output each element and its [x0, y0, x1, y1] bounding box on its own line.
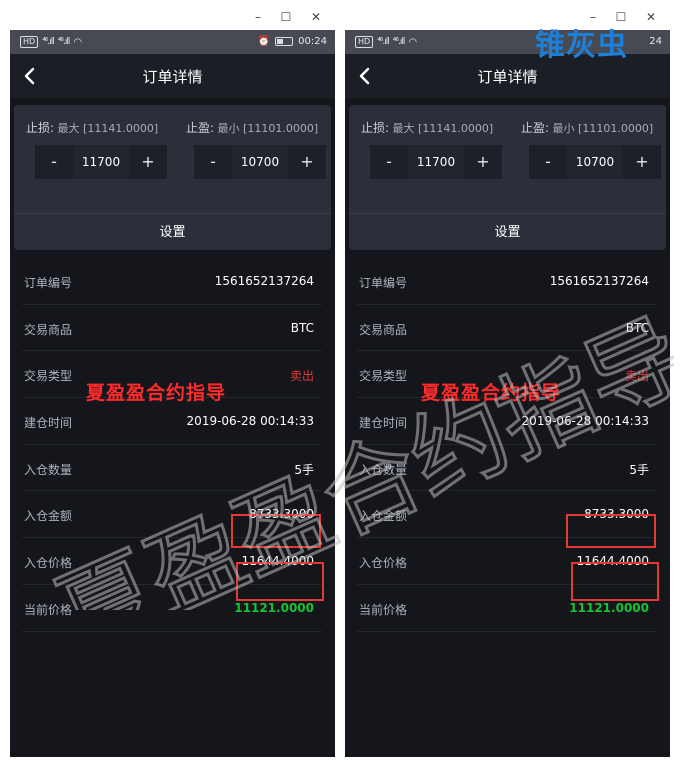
signal-icon: ⁴⁶.ıll: [57, 37, 71, 47]
signal-icon: ⁴⁶.ıll: [392, 37, 406, 47]
highlight-box-entry-price: [231, 514, 321, 548]
right-screenshot-panel: – ☐ ✕ HD ⁴⁶.ıll ⁴⁶.ıll ◠ 24 订单详情 止损: 最大 …: [345, 0, 670, 766]
close-button[interactable]: ✕: [305, 6, 327, 28]
status-time: 24: [649, 36, 662, 47]
phone-screen: HD ⁴⁶.ıll ⁴⁶.ıll ◠ 24 订单详情 止损: 最大 [11141…: [345, 30, 670, 757]
take-profit-input[interactable]: 10700: [567, 145, 623, 179]
nav-bar: 订单详情: [10, 54, 335, 98]
detail-row-open-time: 建仓时间 2019-06-28 00:14:33: [357, 398, 657, 445]
detail-row-quantity: 入仓数量 5手: [357, 445, 657, 492]
increment-button[interactable]: +: [288, 145, 326, 179]
stop-loss-label: 止损: 最大 [11141.0000]: [361, 121, 494, 135]
status-bar: HD ⁴⁶.ıll ⁴⁶.ıll ◠ ⏰ 00:24: [10, 30, 335, 54]
hd-icon: HD: [355, 36, 374, 48]
wifi-icon: ◠: [408, 36, 418, 48]
detail-row-order-id: 订单编号 1561652137264: [22, 258, 322, 305]
decrement-button[interactable]: -: [370, 145, 408, 179]
stop-loss-stepper[interactable]: - 11700 +: [370, 145, 502, 179]
decrement-button[interactable]: -: [35, 145, 73, 179]
take-profit-stepper[interactable]: - 10700 +: [194, 145, 326, 179]
decrement-button[interactable]: -: [529, 145, 567, 179]
detail-row-quantity: 入仓数量 5手: [22, 445, 322, 492]
take-profit-stepper[interactable]: - 10700 +: [529, 145, 661, 179]
increment-button[interactable]: +: [129, 145, 167, 179]
highlight-box-current-price: [571, 562, 659, 601]
highlight-box-entry-price: [566, 514, 656, 548]
highlight-box-current-price: [236, 562, 324, 601]
stop-loss-stepper[interactable]: - 11700 +: [35, 145, 167, 179]
detail-row-order-id: 订单编号 1561652137264: [357, 258, 657, 305]
take-profit-label: 止盈: 最小 [11101.0000]: [521, 121, 654, 135]
close-button[interactable]: ✕: [640, 6, 662, 28]
minimize-button[interactable]: –: [247, 6, 269, 28]
page-title: 订单详情: [142, 68, 203, 86]
set-button[interactable]: 设置: [14, 213, 331, 250]
take-profit-input[interactable]: 10700: [232, 145, 288, 179]
detail-row-product: 交易商品 BTC: [357, 305, 657, 352]
wifi-icon: ◠: [73, 36, 83, 48]
phone-screen: HD ⁴⁶.ıll ⁴⁶.ıll ◠ ⏰ 00:24 订单详情 止损: 最大 […: [10, 30, 335, 757]
battery-icon: [275, 37, 294, 46]
hd-icon: HD: [20, 36, 39, 48]
stop-loss-input[interactable]: 11700: [73, 145, 129, 179]
page-title: 订单详情: [477, 68, 538, 86]
overlay-caption: 夏盈盈合约指导: [421, 382, 562, 404]
alarm-icon: ⏰: [257, 36, 271, 47]
stop-settings-card: 止损: 最大 [11141.0000] 止盈: 最小 [11101.0000] …: [349, 105, 666, 250]
take-profit-label: 止盈: 最小 [11101.0000]: [186, 121, 319, 135]
detail-row-product: 交易商品 BTC: [22, 305, 322, 352]
increment-button[interactable]: +: [623, 145, 661, 179]
status-time: 00:24: [298, 36, 327, 47]
decrement-button[interactable]: -: [194, 145, 232, 179]
window-titlebar: – ☐ ✕: [10, 6, 335, 28]
maximize-button[interactable]: ☐: [275, 6, 297, 28]
overlay-caption: 夏盈盈合约指导: [86, 382, 227, 404]
signal-icon: ⁴⁶.ıll: [377, 37, 390, 47]
stop-settings-card: 止损: 最大 [11141.0000] 止盈: 最小 [11101.0000] …: [14, 105, 331, 250]
stop-loss-label: 止损: 最大 [11141.0000]: [26, 121, 159, 135]
detail-row-open-time: 建仓时间 2019-06-28 00:14:33: [22, 398, 322, 445]
signal-icon: ⁴⁶.ıll: [42, 37, 55, 47]
stop-loss-input[interactable]: 11700: [408, 145, 464, 179]
set-button[interactable]: 设置: [349, 213, 666, 250]
brand-logo: 锥灰虫: [535, 28, 628, 63]
increment-button[interactable]: +: [464, 145, 502, 179]
left-screenshot-panel: – ☐ ✕ HD ⁴⁶.ıll ⁴⁶.ıll ◠ ⏰ 00:24 订单详情 止损…: [10, 0, 335, 766]
